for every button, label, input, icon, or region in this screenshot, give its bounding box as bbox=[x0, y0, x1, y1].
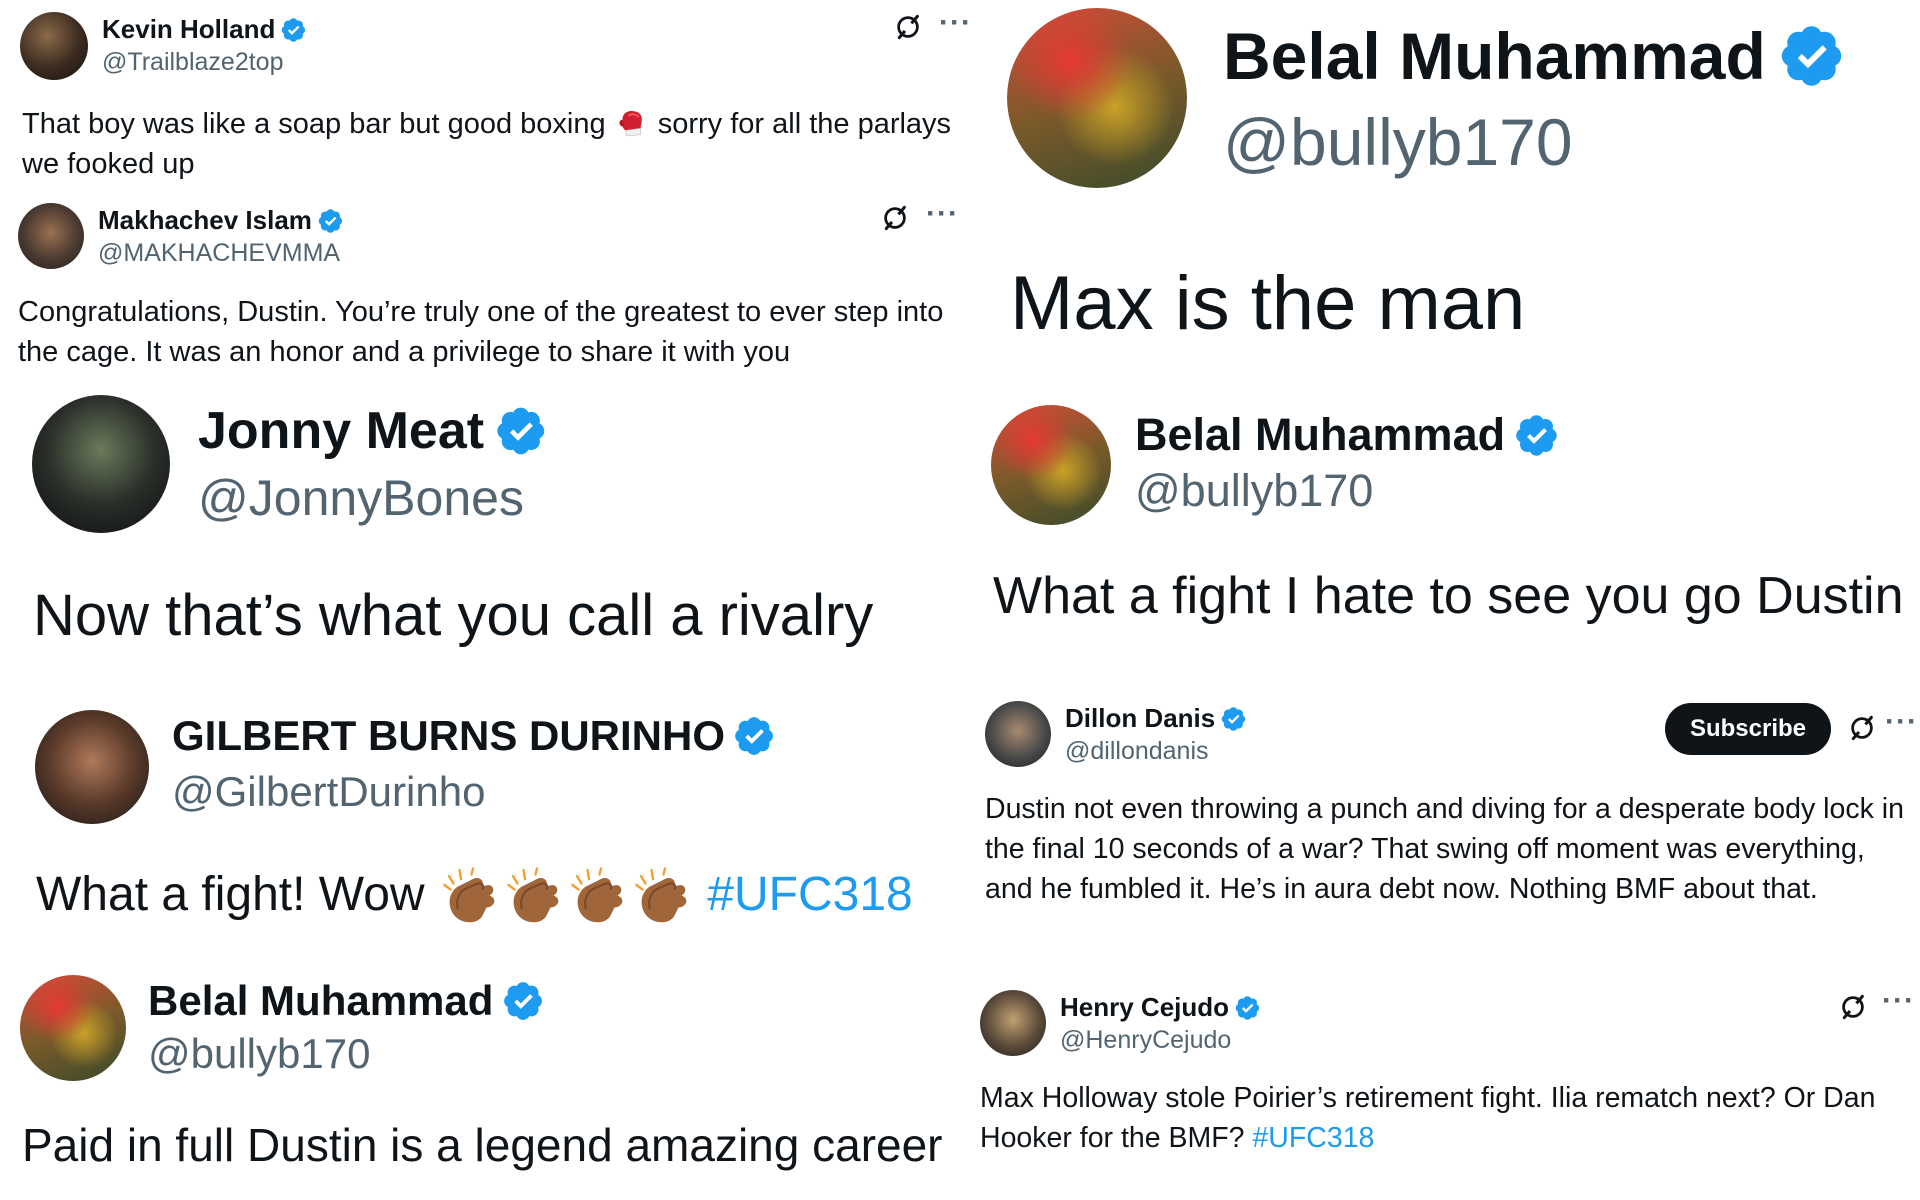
author-handle[interactable]: @bullyb170 bbox=[148, 1030, 370, 1078]
tweet-belal-muhammad-2: Belal Muhammad @bullyb170 What a fight I… bbox=[985, 395, 1920, 645]
author-name-text: Jonny Meat bbox=[198, 402, 485, 460]
avatar[interactable] bbox=[20, 975, 126, 1081]
author-name-text: Dillon Danis bbox=[1065, 703, 1216, 733]
author-name[interactable]: Kevin Holland bbox=[102, 14, 307, 45]
tweet-gilbert-burns: GILBERT BURNS DURINHO @GilbertDurinho Wh… bbox=[0, 700, 970, 930]
clapping-hands-icon bbox=[440, 867, 500, 927]
tweet-text: What a fight I hate to see you go Dustin bbox=[993, 567, 1904, 625]
author-handle[interactable]: @HenryCejudo bbox=[1060, 1026, 1231, 1055]
author-name[interactable]: Belal Muhammad bbox=[148, 977, 545, 1025]
author-handle[interactable]: @MAKHACHEVMMA bbox=[98, 239, 340, 268]
author-name[interactable]: Jonny Meat bbox=[198, 401, 548, 461]
subscribe-button[interactable]: Subscribe bbox=[1665, 703, 1831, 755]
tweet-text: Max is the man bbox=[1010, 261, 1526, 346]
author-name[interactable]: Belal Muhammad bbox=[1135, 409, 1560, 461]
author-handle[interactable]: @Trailblaze2top bbox=[102, 48, 283, 77]
hashtag-link[interactable]: #UFC318 bbox=[707, 868, 912, 921]
verified-badge-icon bbox=[1235, 995, 1261, 1021]
tweet-dillon-danis: Dillon Danis @dillondanis Subscribe ··· … bbox=[985, 695, 1920, 925]
avatar[interactable] bbox=[985, 701, 1051, 767]
verified-badge-icon bbox=[503, 980, 545, 1022]
more-options-icon[interactable]: ··· bbox=[926, 197, 959, 231]
author-name[interactable]: Belal Muhammad bbox=[1223, 18, 1846, 94]
tweet-jonny-meat: Jonny Meat @JonnyBones Now that’s what y… bbox=[0, 385, 970, 665]
author-name-text: Kevin Holland bbox=[102, 14, 276, 44]
avatar[interactable] bbox=[35, 710, 149, 824]
verified-badge-icon bbox=[734, 715, 776, 757]
avatar[interactable] bbox=[991, 405, 1111, 525]
author-name[interactable]: GILBERT BURNS DURINHO bbox=[172, 712, 776, 760]
verified-badge-icon bbox=[496, 405, 548, 457]
author-name-text: Belal Muhammad bbox=[1223, 19, 1766, 93]
author-name[interactable]: Dillon Danis bbox=[1065, 703, 1247, 734]
tweet-belal-muhammad-3: Belal Muhammad @bullyb170 Paid in full D… bbox=[0, 965, 970, 1200]
author-handle[interactable]: @dillondanis bbox=[1065, 737, 1209, 766]
avatar[interactable] bbox=[20, 12, 88, 80]
author-name-text: Belal Muhammad bbox=[1135, 409, 1506, 460]
more-options-icon[interactable]: ··· bbox=[1882, 984, 1915, 1018]
verified-badge-icon bbox=[1780, 23, 1846, 89]
grok-icon[interactable] bbox=[1838, 992, 1868, 1022]
verified-badge-icon bbox=[1221, 706, 1247, 732]
verified-badge-icon bbox=[281, 17, 307, 43]
tweet-text-main: Max Holloway stole Poirier’s retirement … bbox=[980, 1082, 1876, 1154]
clapping-hands-icon bbox=[568, 867, 628, 927]
more-options-icon[interactable]: ··· bbox=[1885, 705, 1918, 739]
grok-icon[interactable] bbox=[880, 203, 910, 233]
avatar[interactable] bbox=[980, 990, 1046, 1056]
hashtag-link[interactable]: #UFC318 bbox=[1252, 1122, 1374, 1154]
tweet-text: What a fight! Wow #UFC318 bbox=[36, 864, 976, 927]
tweet-text: That boy was like a soap bar but good bo… bbox=[22, 104, 962, 184]
tweet-text: Congratulations, Dustin. You’re truly on… bbox=[18, 296, 944, 368]
author-name-text: Makhachev Islam bbox=[98, 205, 312, 235]
tweet-text: Paid in full Dustin is a legend amazing … bbox=[22, 1119, 943, 1171]
boxing-glove-icon bbox=[616, 107, 648, 139]
clapping-hands-icon bbox=[504, 867, 564, 927]
clapping-hands-icon bbox=[632, 867, 692, 927]
grok-icon[interactable] bbox=[1847, 713, 1877, 743]
author-name-text: Henry Cejudo bbox=[1060, 992, 1230, 1022]
verified-badge-icon bbox=[1515, 413, 1560, 458]
author-handle[interactable]: @bullyb170 bbox=[1135, 465, 1373, 517]
author-name[interactable]: Makhachev Islam bbox=[98, 205, 344, 236]
avatar[interactable] bbox=[1007, 8, 1187, 188]
avatar[interactable] bbox=[18, 203, 84, 269]
avatar[interactable] bbox=[32, 395, 170, 533]
tweet-belal-muhammad-1: Belal Muhammad @bullyb170 Max is the man bbox=[985, 0, 1920, 370]
tweet-text: Now that’s what you call a rivalry bbox=[33, 583, 874, 648]
author-name-text: Belal Muhammad bbox=[148, 977, 494, 1024]
tweet-text: Max Holloway stole Poirier’s retirement … bbox=[980, 1078, 1915, 1158]
author-handle[interactable]: @GilbertDurinho bbox=[172, 768, 485, 816]
tweet-text-part1: That boy was like a soap bar but good bo… bbox=[22, 108, 606, 140]
author-name-text: GILBERT BURNS DURINHO bbox=[172, 712, 725, 759]
tweet-henry-cejudo: Henry Cejudo @HenryCejudo ··· Max Hollow… bbox=[978, 980, 1920, 1200]
grok-icon[interactable] bbox=[893, 12, 923, 42]
author-handle[interactable]: @bullyb170 bbox=[1223, 104, 1573, 180]
tweet-text: Dustin not even throwing a punch and div… bbox=[985, 793, 1904, 905]
author-handle[interactable]: @JonnyBones bbox=[198, 469, 524, 527]
tweet-makhachev: Makhachev Islam @MAKHACHEVMMA ··· Congra… bbox=[0, 195, 970, 375]
author-name[interactable]: Henry Cejudo bbox=[1060, 992, 1261, 1023]
tweet-text-main: What a fight! Wow bbox=[36, 868, 425, 921]
verified-badge-icon bbox=[318, 208, 344, 234]
tweet-kevin-holland: Kevin Holland @Trailblaze2top ··· That b… bbox=[0, 0, 972, 190]
more-options-icon[interactable]: ··· bbox=[939, 6, 972, 40]
